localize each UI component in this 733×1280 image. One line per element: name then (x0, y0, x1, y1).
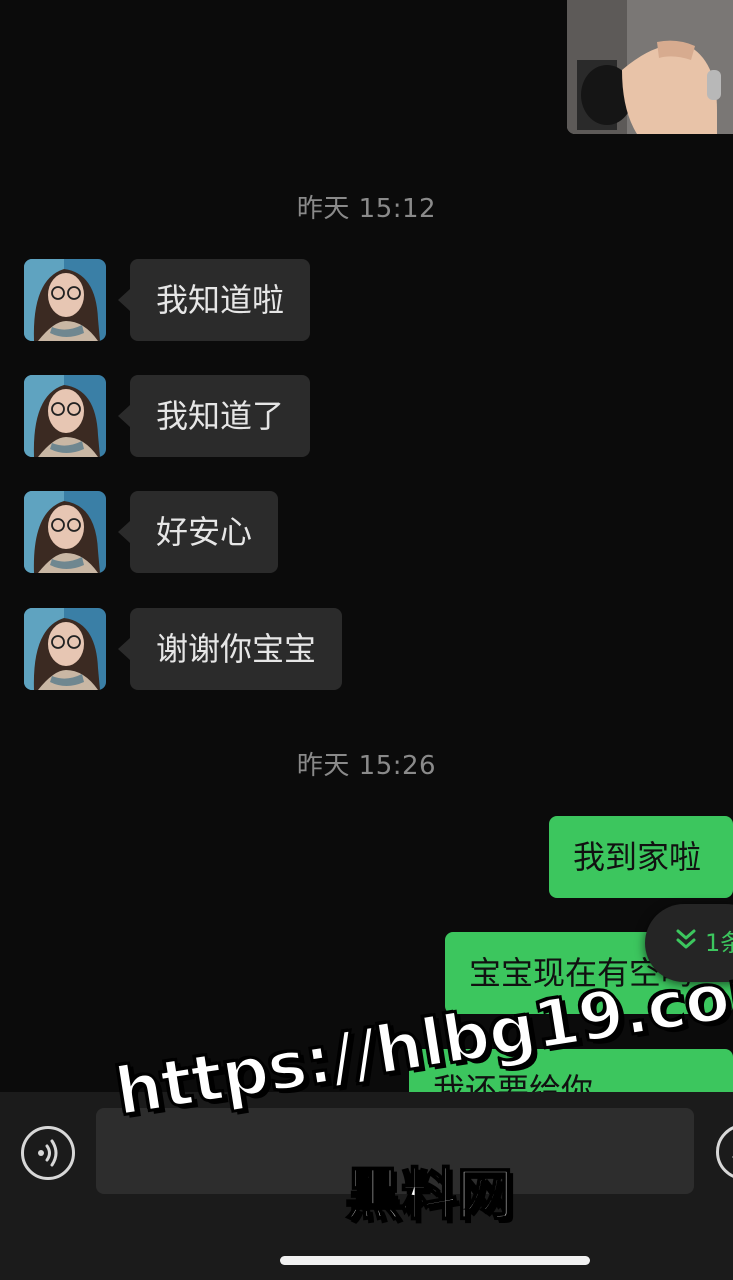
timestamp: 昨天 15:12 (296, 194, 437, 224)
emoji-icon (732, 1155, 733, 1159)
avatar[interactable] (24, 608, 106, 690)
photo-image (567, 0, 733, 134)
chat-screen: 昨天 15:12 我知道啦 我知道了 好安心 谢谢你宝宝 昨天 15:26 我到… (0, 0, 733, 1280)
voice-button[interactable] (21, 1126, 75, 1180)
timestamp: 昨天 15:26 (296, 751, 437, 781)
emoji-button[interactable] (716, 1124, 733, 1180)
voice-icon (38, 1139, 58, 1167)
incoming-message-bubble[interactable]: 谢谢你宝宝 (117, 608, 343, 690)
incoming-message-bubble[interactable]: 好安心 (117, 491, 279, 573)
avatar-image (24, 608, 106, 690)
incoming-message-row: 我知道啦 (0, 259, 733, 343)
avatar[interactable] (24, 491, 106, 573)
home-indicator (280, 1256, 590, 1265)
avatar[interactable] (24, 259, 106, 341)
avatar[interactable] (24, 375, 106, 457)
outgoing-message-bubble[interactable]: 我到家啦 (549, 816, 733, 898)
incoming-message-row: 谢谢你宝宝 (0, 608, 733, 692)
unread-count: 1条 (705, 929, 733, 957)
avatar-image (24, 375, 106, 457)
incoming-message-row: 我知道了 (0, 375, 733, 459)
avatar-image (24, 491, 106, 573)
incoming-message-row: 好安心 (0, 491, 733, 575)
incoming-message-bubble[interactable]: 我知道了 (117, 375, 311, 457)
watermark-site-name: 黑料网 (344, 1162, 514, 1229)
incoming-message-bubble[interactable]: 我知道啦 (117, 259, 311, 341)
avatar-image (24, 259, 106, 341)
photo-message-thumbnail[interactable] (567, 0, 733, 134)
